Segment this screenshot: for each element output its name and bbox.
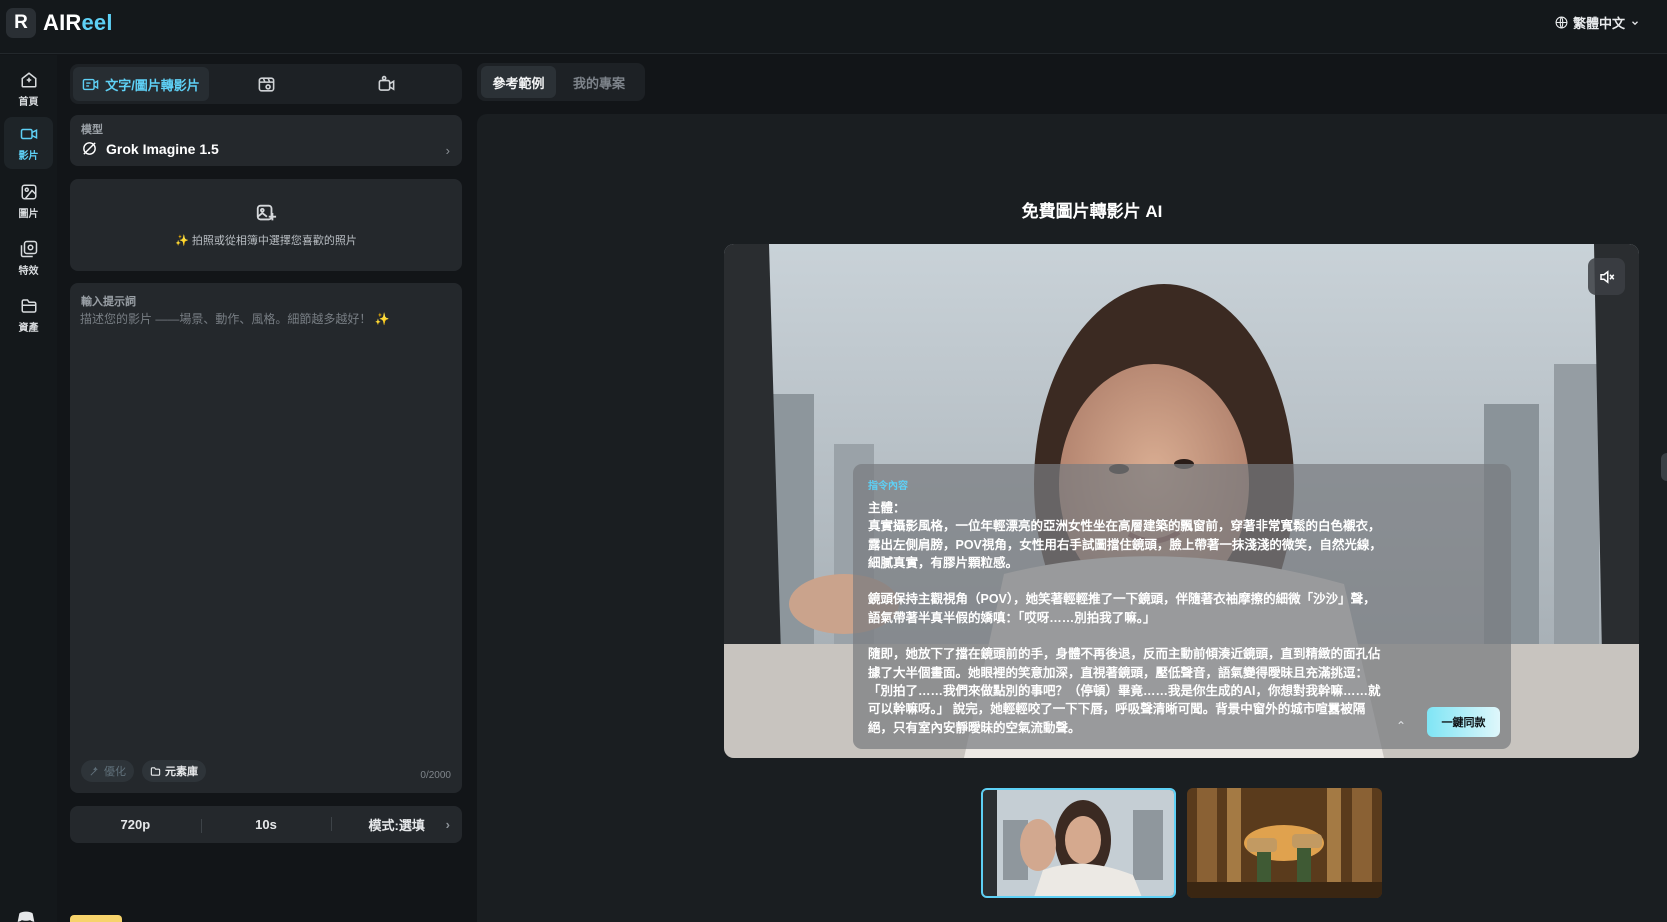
tab-my-projects[interactable]: 我的專案 xyxy=(560,66,638,98)
image-add-icon xyxy=(256,204,277,221)
image-upload-area[interactable]: ✨ 拍照或從相簿中選擇您喜歡的照片 xyxy=(70,179,462,271)
sidebar-item-video[interactable]: 影片 xyxy=(4,117,53,169)
asset-library-button[interactable]: 元素庫 xyxy=(142,760,206,782)
prompt-card: 輸入提示詞 優化 元素庫 0/2000 xyxy=(70,283,462,793)
effects-icon xyxy=(20,240,37,257)
chevron-right-icon: › xyxy=(445,143,450,158)
volume-mute-icon xyxy=(1599,269,1614,284)
thumbnail-temple-scene[interactable] xyxy=(1187,788,1382,898)
showcase-area: 免費圖片轉影片 AI 指令內容 主體： 真實攝影風格，一位年輕漂亮的亞洲女性坐在… xyxy=(477,114,1667,922)
prompt-overlay-title: 指令內容 xyxy=(868,481,908,492)
top-bar: R AIReel 繁體中文 xyxy=(0,0,1667,54)
home-plus-icon xyxy=(21,71,36,87)
tab-text-image-to-video[interactable]: 文字/圖片轉影片 xyxy=(73,67,209,101)
page-title: 免費圖片轉影片 AI xyxy=(1021,202,1163,221)
sidebar-item-effects[interactable]: 特效 xyxy=(4,232,53,284)
sidebar-item-label: 首頁 xyxy=(18,96,39,108)
thumbnail-image xyxy=(1187,788,1382,898)
app-logo[interactable]: R AIReel xyxy=(6,8,113,38)
tab-label: 文字/圖片轉影片 xyxy=(105,77,200,93)
folder-icon xyxy=(21,298,36,313)
carousel-next-handle[interactable] xyxy=(1661,453,1667,481)
video-text-icon xyxy=(82,78,99,90)
prompt-label: 輸入提示詞 xyxy=(81,296,136,308)
prompt-input[interactable] xyxy=(80,310,452,730)
optimize-button[interactable]: 優化 xyxy=(81,760,134,782)
model-value: Grok Imagine 1.5 xyxy=(81,140,219,157)
language-selector[interactable]: 繁體中文 xyxy=(1555,13,1640,32)
video-settings-bar[interactable]: 720p 10s 模式:選填 › xyxy=(70,806,462,843)
logo-icon: R xyxy=(6,8,36,38)
prompt-overlay-text: 主體： 真實攝影風格，一位年輕漂亮的亞洲女性坐在高層建築的飄窗前，穿著非常寬鬆的… xyxy=(868,501,1382,735)
sidebar-item-label: 影片 xyxy=(18,150,39,162)
video-reference-icon xyxy=(258,76,274,92)
sidebar-item-label: 資產 xyxy=(18,322,39,334)
tab-reference-video[interactable] xyxy=(236,67,296,101)
showcase-tabs: 參考範例 我的專案 xyxy=(477,63,645,101)
grok-logo-icon xyxy=(83,142,96,155)
tab-motion-video[interactable] xyxy=(356,67,416,101)
character-counter: 0/2000 xyxy=(420,770,451,781)
chevron-down-icon xyxy=(1632,20,1638,25)
discord-icon[interactable] xyxy=(16,910,36,922)
chevron-up-icon[interactable]: ⌃ xyxy=(1396,719,1406,733)
language-label: 繁體中文 xyxy=(1572,16,1625,31)
video-motion-icon xyxy=(378,75,394,91)
optimize-label: 優化 xyxy=(104,766,126,778)
use-same-prompt-button[interactable]: 一鍵同款 xyxy=(1427,707,1500,737)
magic-wand-icon xyxy=(90,766,98,775)
sidebar-item-label: 特效 xyxy=(18,265,39,277)
model-selector[interactable]: 模型 Grok Imagine 1.5 › xyxy=(70,115,462,166)
model-name: Grok Imagine 1.5 xyxy=(106,140,219,157)
asset-library-label: 元素庫 xyxy=(165,766,198,778)
duration-setting[interactable]: 10s xyxy=(200,817,332,833)
sidebar-item-image[interactable]: 圖片 xyxy=(4,175,53,227)
video-camera-icon xyxy=(20,128,37,139)
sidebar-item-label: 圖片 xyxy=(18,208,39,220)
thumbnail-window-woman[interactable] xyxy=(981,788,1176,898)
mode-setting[interactable]: 模式:選填 xyxy=(331,815,462,834)
folder-icon xyxy=(150,766,161,776)
globe-icon xyxy=(1555,16,1568,29)
tab-examples[interactable]: 參考範例 xyxy=(481,66,556,98)
sidebar-item-home[interactable]: 首頁 xyxy=(4,63,53,115)
generation-mode-tabs: 文字/圖片轉影片 xyxy=(70,64,462,104)
promo-badge[interactable] xyxy=(70,915,122,922)
upload-hint: ✨ 拍照或從相簿中選擇您喜歡的照片 xyxy=(175,235,357,247)
model-label: 模型 xyxy=(81,124,103,136)
resolution-setting[interactable]: 720p xyxy=(70,817,201,832)
image-icon xyxy=(21,184,36,199)
sidebar: 首頁 影片 圖片 特效 資產 xyxy=(0,55,57,922)
example-video-player[interactable]: 指令內容 主體： 真實攝影風格，一位年輕漂亮的亞洲女性坐在高層建築的飄窗前，穿著… xyxy=(724,244,1639,758)
thumbnail-image xyxy=(983,790,1174,896)
chevron-right-icon: › xyxy=(445,817,450,832)
prompt-overlay: 指令內容 主體： 真實攝影風格，一位年輕漂亮的亞洲女性坐在高層建築的飄窗前，穿著… xyxy=(853,464,1511,749)
mute-button[interactable] xyxy=(1588,258,1625,295)
app-name: AIReel xyxy=(43,10,113,35)
sidebar-item-assets[interactable]: 資產 xyxy=(4,289,53,341)
